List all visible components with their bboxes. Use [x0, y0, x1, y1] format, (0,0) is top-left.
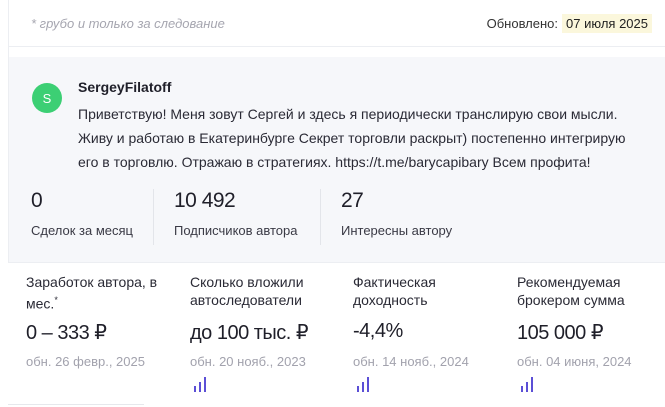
bar-chart-icon[interactable]: [520, 376, 534, 392]
bar-chart-icon[interactable]: [356, 376, 370, 392]
stat-subscribers-value: 10 492: [174, 189, 236, 212]
updated-info: Обновлено: 07 июля 2025: [487, 14, 652, 33]
metric-title-text: Заработок автора, в мес.: [26, 274, 158, 312]
strategy-metrics: Заработок автора, в мес.* 0 – 333 ₽ обн.…: [0, 262, 665, 407]
stat-divider: [320, 189, 321, 245]
stat-subscribers-label: Подписчиков автора: [174, 223, 298, 238]
updated-date: 07 июля 2025: [562, 14, 652, 33]
stat-interests-value: 27: [341, 189, 364, 212]
metric-updated: обн. 14 нояб., 2024: [353, 354, 469, 369]
metric-title: Рекомендуемая брокером сумма: [517, 274, 625, 308]
footnote-mark: *: [54, 295, 58, 305]
author-stats: 0 Сделок за месяц 10 492 Подписчиков авт…: [9, 185, 665, 245]
metric-title: Фактическая доходность: [353, 274, 436, 308]
metric-value: 0 – 333 ₽: [26, 322, 107, 344]
author-bio: Приветствую! Меня зовут Сергей и здесь я…: [78, 106, 626, 170]
metric-value: 105 000 ₽: [517, 322, 604, 344]
metric-author-earnings: Заработок автора, в мес.* 0 – 333 ₽ обн.…: [26, 262, 186, 407]
metric-updated: обн. 20 нояб., 2023: [190, 354, 306, 369]
stat-interests-label: Интересны автору: [341, 223, 453, 238]
metric-recommended-sum: Рекомендуемая брокером сумма 105 000 ₽ о…: [517, 262, 665, 407]
disclaimer-note: * грубо и только за следование: [31, 16, 225, 31]
metric-title: Сколько вложили автоследователи: [190, 274, 304, 308]
author-block: S SergeyFilatoff Приветствую! Меня зовут…: [9, 57, 665, 262]
metric-actual-return: Фактическая доходность -4,4% обн. 14 ноя…: [353, 262, 513, 407]
metric-updated: обн. 04 июня, 2024: [517, 354, 632, 369]
stat-deals-value: 0: [31, 189, 43, 212]
stat-deals-label: Сделок за месяц: [31, 223, 133, 238]
metric-value: -4,4%: [353, 320, 403, 342]
bar-chart-icon[interactable]: [193, 376, 207, 392]
metric-value: до 100 тыс. ₽: [190, 322, 309, 344]
avatar[interactable]: S: [32, 83, 62, 113]
divider: [8, 404, 144, 405]
metric-invested: Сколько вложили автоследователи до 100 т…: [190, 262, 350, 407]
author-name[interactable]: SergeyFilatoff: [78, 79, 171, 95]
metric-updated: обн. 26 февр., 2025: [26, 354, 145, 369]
updated-label: Обновлено:: [486, 16, 559, 31]
card-header: * грубо и только за следование Обновлено…: [9, 0, 665, 47]
author-card: * грубо и только за следование Обновлено…: [8, 0, 665, 263]
metric-title: Заработок автора, в мес.*: [26, 273, 176, 313]
stat-divider: [153, 189, 154, 245]
